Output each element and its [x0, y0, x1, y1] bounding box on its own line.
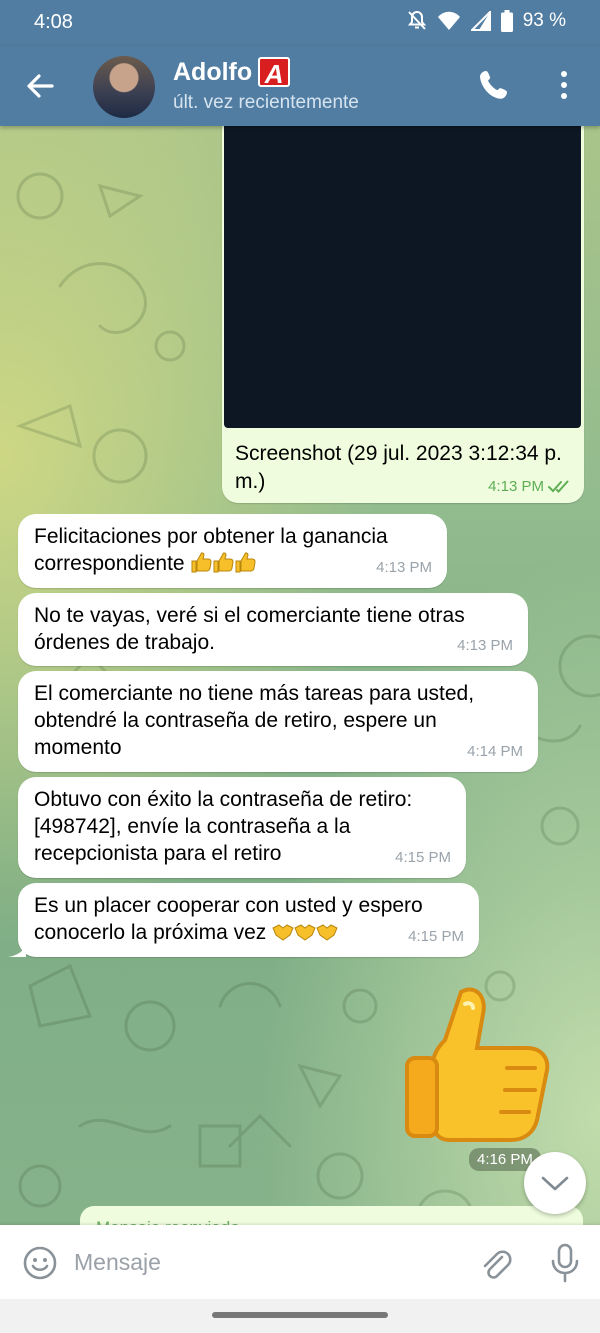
incoming-message[interactable]: Es un placer cooperar con usted y espero…: [8, 883, 479, 957]
last-seen-status: últ. vez recientemente: [173, 92, 359, 113]
status-bar: 4:08 93 %: [0, 0, 600, 46]
thumbs-up-icon: [235, 552, 256, 573]
phone-icon[interactable]: [478, 68, 512, 102]
incoming-message[interactable]: No te vayas, veré si el comerciante tien…: [18, 593, 528, 666]
avatar[interactable]: [93, 56, 155, 118]
paperclip-icon[interactable]: [478, 1245, 512, 1281]
thumbs-up-emoji-group: [190, 552, 256, 575]
message-text: Es un placer cooperar con usted y espero…: [34, 894, 423, 944]
message-time: 4:15 PM: [408, 928, 464, 945]
battery-level: 93 %: [522, 10, 566, 31]
handshake-icon: [294, 924, 316, 941]
gesture-handle[interactable]: [212, 1312, 388, 1318]
outgoing-image-message[interactable]: Screenshot (29 jul. 2023 3:12:34 p. m.) …: [222, 126, 584, 503]
message-text: No te vayas, veré si el comerciante tien…: [34, 604, 465, 654]
message-composer: [0, 1225, 600, 1299]
handshake-icon: [316, 924, 338, 941]
emoji-icon[interactable]: [22, 1245, 58, 1281]
message-meta: 4:13 PM: [488, 478, 572, 495]
message-time: 4:13 PM: [457, 637, 513, 654]
message-time: 4:13 PM: [376, 559, 432, 576]
chat-area[interactable]: Screenshot (29 jul. 2023 3:12:34 p. m.) …: [0, 126, 600, 1225]
battery-icon: [500, 10, 513, 32]
message-text: Obtuvo con éxito la contraseña de retiro…: [34, 788, 413, 865]
status-icons: 93 %: [407, 10, 566, 32]
wifi-icon: [437, 11, 460, 30]
screenshot-image[interactable]: [224, 126, 581, 428]
notifications-off-icon: [407, 10, 426, 30]
bubble-tail: [8, 941, 26, 957]
contact-name[interactable]: Adolfo A: [173, 57, 291, 89]
scroll-down-button[interactable]: [524, 1152, 586, 1214]
contact-name-text: Adolfo: [173, 57, 253, 86]
thumbs-up-icon: [213, 552, 234, 573]
chat-header: Adolfo A últ. vez recientemente: [0, 46, 600, 126]
system-navigation-bar: [0, 1299, 600, 1333]
message-input[interactable]: [74, 1247, 454, 1277]
more-options-icon[interactable]: [552, 68, 576, 102]
thumbs-up-sticker[interactable]: [403, 984, 555, 1144]
back-arrow-icon[interactable]: [22, 68, 58, 104]
message-time: 4:15 PM: [395, 849, 451, 866]
name-badge: A: [258, 57, 291, 89]
message-time: 4:14 PM: [467, 743, 523, 760]
incoming-message[interactable]: Felicitaciones por obtener la ganancia c…: [18, 514, 447, 588]
microphone-icon[interactable]: [549, 1243, 581, 1283]
signal-icon: [470, 11, 491, 31]
chevron-down-icon: [541, 1176, 569, 1191]
handshake-emoji-group: [272, 921, 338, 944]
message-text: El comerciante no tiene más tareas para …: [34, 682, 475, 759]
incoming-message[interactable]: El comerciante no tiene más tareas para …: [18, 671, 538, 772]
thumbs-up-icon: [191, 552, 212, 573]
double-check-icon: [548, 480, 569, 493]
message-time: 4:13 PM: [488, 478, 544, 495]
handshake-icon: [272, 924, 294, 941]
incoming-message[interactable]: Obtuvo con éxito la contraseña de retiro…: [18, 777, 466, 878]
forwarded-message-peek[interactable]: Mensaje reenviado: [80, 1206, 583, 1225]
status-time: 4:08: [34, 11, 73, 33]
